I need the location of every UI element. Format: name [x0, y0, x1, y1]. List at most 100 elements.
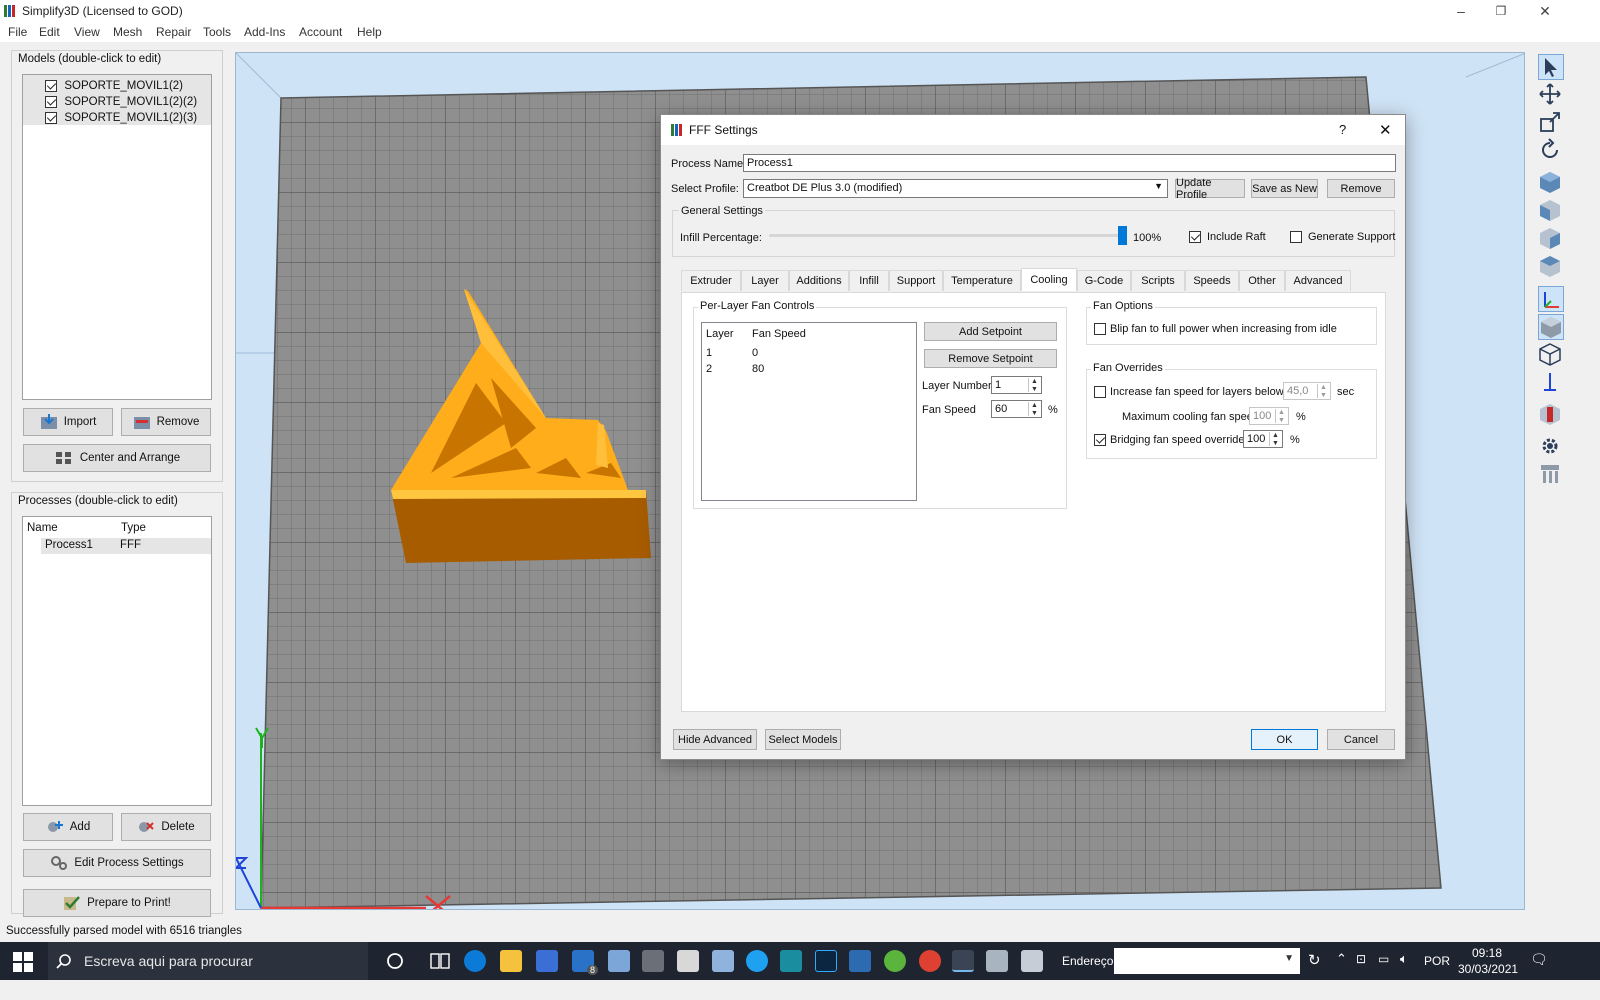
cross-section-icon[interactable]	[1538, 402, 1564, 428]
network-icon[interactable]: ⊡	[1356, 952, 1366, 966]
stepper-arrows-icon[interactable]: ▲ ▼	[1028, 402, 1040, 417]
axis-arrow-icon[interactable]	[1538, 370, 1564, 396]
address-input[interactable]: ▼	[1114, 948, 1300, 974]
remove-setpoint-button[interactable]: Remove Setpoint	[924, 349, 1057, 368]
infill-slider-thumb[interactable]	[1118, 226, 1127, 245]
scale-tool-icon[interactable]	[1538, 110, 1564, 136]
wireframe-view-icon[interactable]	[1538, 342, 1564, 368]
vpn-app-icon[interactable]	[780, 950, 802, 972]
microsoft-store-icon[interactable]	[536, 950, 558, 972]
edit-process-settings-button[interactable]: Edit Process Settings	[23, 849, 211, 877]
menu-help[interactable]: Help	[357, 25, 382, 39]
tab-temperature[interactable]: Temperature	[943, 270, 1021, 291]
table-row[interactable]: 1 0	[702, 346, 916, 362]
menu-file[interactable]: File	[8, 25, 27, 39]
menu-add-ins[interactable]: Add-Ins	[244, 25, 285, 39]
volume-icon[interactable]: 🔈︎	[1400, 951, 1408, 967]
models-list[interactable]: SOPORTE_MOVIL1(2) SOPORTE_MOVIL1(2)(2) S…	[22, 74, 212, 400]
front-view-icon[interactable]	[1538, 198, 1564, 224]
save-as-new-button[interactable]: Save as New	[1251, 179, 1318, 198]
windows-start-icon[interactable]	[13, 952, 33, 972]
refresh-icon[interactable]: ↻	[1308, 951, 1321, 969]
mail-icon[interactable]: 8	[572, 950, 598, 975]
clock-time[interactable]: 09:18	[1472, 946, 1502, 960]
tab-other[interactable]: Other	[1239, 270, 1285, 291]
move-tool-icon[interactable]	[1538, 82, 1564, 108]
solid-view-icon[interactable]	[1538, 314, 1564, 340]
stepper-arrows-icon[interactable]: ▲ ▼	[1269, 432, 1281, 447]
remove-model-button[interactable]: Remove	[121, 408, 211, 436]
taskbar-search-box[interactable]: Escreva aqui para procurar	[48, 942, 368, 980]
battery-icon[interactable]: ▭	[1378, 952, 1389, 966]
remove-profile-button[interactable]: Remove	[1327, 179, 1395, 198]
setpoints-table[interactable]: Layer Fan Speed 1 0 2 80	[701, 322, 917, 501]
chevron-up-icon[interactable]: ⌃	[1336, 951, 1347, 967]
menu-mesh[interactable]: Mesh	[113, 25, 142, 39]
ok-button[interactable]: OK	[1251, 729, 1318, 750]
bridging-fan-checkbox[interactable]	[1094, 434, 1106, 446]
chrome-icon[interactable]	[919, 950, 941, 972]
import-button[interactable]: Import	[23, 408, 113, 436]
stepper-arrows-icon[interactable]: ▲ ▼	[1275, 409, 1287, 424]
gear-app-icon[interactable]	[712, 950, 734, 972]
tab-speeds[interactable]: Speeds	[1185, 270, 1239, 291]
menu-view[interactable]: View	[74, 25, 100, 39]
model-checkbox[interactable]	[45, 111, 57, 124]
infill-slider[interactable]	[769, 226, 1127, 245]
list-item[interactable]: SOPORTE_MOVIL1(2)	[45, 78, 183, 93]
add-process-button[interactable]: Add	[23, 813, 113, 841]
tab-additions[interactable]: Additions	[789, 270, 849, 291]
utorrent-icon[interactable]	[884, 950, 906, 972]
axes-toggle-icon[interactable]	[1538, 286, 1564, 312]
notepad-app-icon[interactable]	[1021, 950, 1043, 972]
stepper-arrows-icon[interactable]: ▲ ▼	[1028, 378, 1040, 393]
tab-cooling[interactable]: Cooling	[1021, 268, 1077, 291]
fan-speed-stepper[interactable]: 60 ▲ ▼	[991, 400, 1042, 418]
max-cooling-stepper[interactable]: 100 ▲ ▼	[1249, 407, 1289, 425]
cancel-button[interactable]: Cancel	[1327, 729, 1395, 750]
clock-date[interactable]: 30/03/2021	[1458, 962, 1518, 976]
add-setpoint-button[interactable]: Add Setpoint	[924, 322, 1057, 341]
se-app-icon[interactable]	[642, 950, 664, 972]
settings-gear-icon[interactable]	[1538, 434, 1564, 460]
table-row[interactable]: 2 80	[702, 362, 916, 378]
menu-account[interactable]: Account	[299, 25, 342, 39]
increase-fan-stepper[interactable]: 45,0 ▲ ▼	[1283, 382, 1331, 400]
menu-repair[interactable]: Repair	[156, 25, 191, 39]
support-tool-icon[interactable]	[1538, 462, 1564, 488]
file-explorer-icon[interactable]	[500, 950, 522, 972]
menu-tools[interactable]: Tools	[203, 25, 231, 39]
model-checkbox[interactable]	[45, 95, 57, 108]
tab-layer[interactable]: Layer	[741, 270, 789, 291]
table-row[interactable]: Process1 FFF	[41, 538, 211, 554]
profile-dropdown[interactable]: Creatbot DE Plus 3.0 (modified) ▼	[743, 179, 1168, 198]
stepper-arrows-icon[interactable]: ▲ ▼	[1317, 384, 1329, 399]
photoshop-icon[interactable]	[815, 950, 837, 972]
rotate-tool-icon[interactable]	[1538, 138, 1564, 164]
edge-browser-icon[interactable]	[464, 950, 486, 972]
menu-edit[interactable]: Edit	[39, 25, 60, 39]
select-tool-icon[interactable]	[1538, 54, 1564, 80]
minimize-icon[interactable]: –	[1450, 2, 1472, 20]
prepare-to-print-button[interactable]: Prepare to Print!	[23, 889, 211, 917]
update-profile-button[interactable]: Update Profile	[1175, 177, 1245, 201]
settings-app-icon[interactable]	[608, 950, 630, 972]
simplify3d-taskbar-icon[interactable]	[952, 950, 974, 972]
cube-view-icon[interactable]	[1538, 170, 1564, 196]
bridging-fan-stepper[interactable]: 100 ▲ ▼	[1243, 430, 1283, 448]
blip-fan-checkbox[interactable]	[1094, 323, 1106, 335]
processes-table[interactable]: Name Type Process1 FFF	[22, 516, 212, 806]
maximize-icon[interactable]: ❐	[1490, 2, 1512, 20]
generate-support-checkbox[interactable]	[1290, 231, 1302, 243]
help-icon[interactable]: ?	[1339, 122, 1346, 137]
clapper-app-icon[interactable]	[677, 950, 699, 972]
side-view-icon[interactable]	[1538, 226, 1564, 252]
layer-number-stepper[interactable]: 1 ▲ ▼	[991, 376, 1042, 394]
top-view-icon[interactable]	[1538, 254, 1564, 280]
notifications-icon[interactable]: 🗨︎	[1530, 951, 1548, 968]
tab-infill[interactable]: Infill	[849, 270, 889, 291]
tool-app-icon[interactable]	[986, 950, 1008, 972]
close-icon[interactable]: ✕	[1534, 2, 1556, 20]
list-item[interactable]: SOPORTE_MOVIL1(2)(2)	[45, 94, 197, 109]
task-view-icon[interactable]	[430, 952, 450, 970]
